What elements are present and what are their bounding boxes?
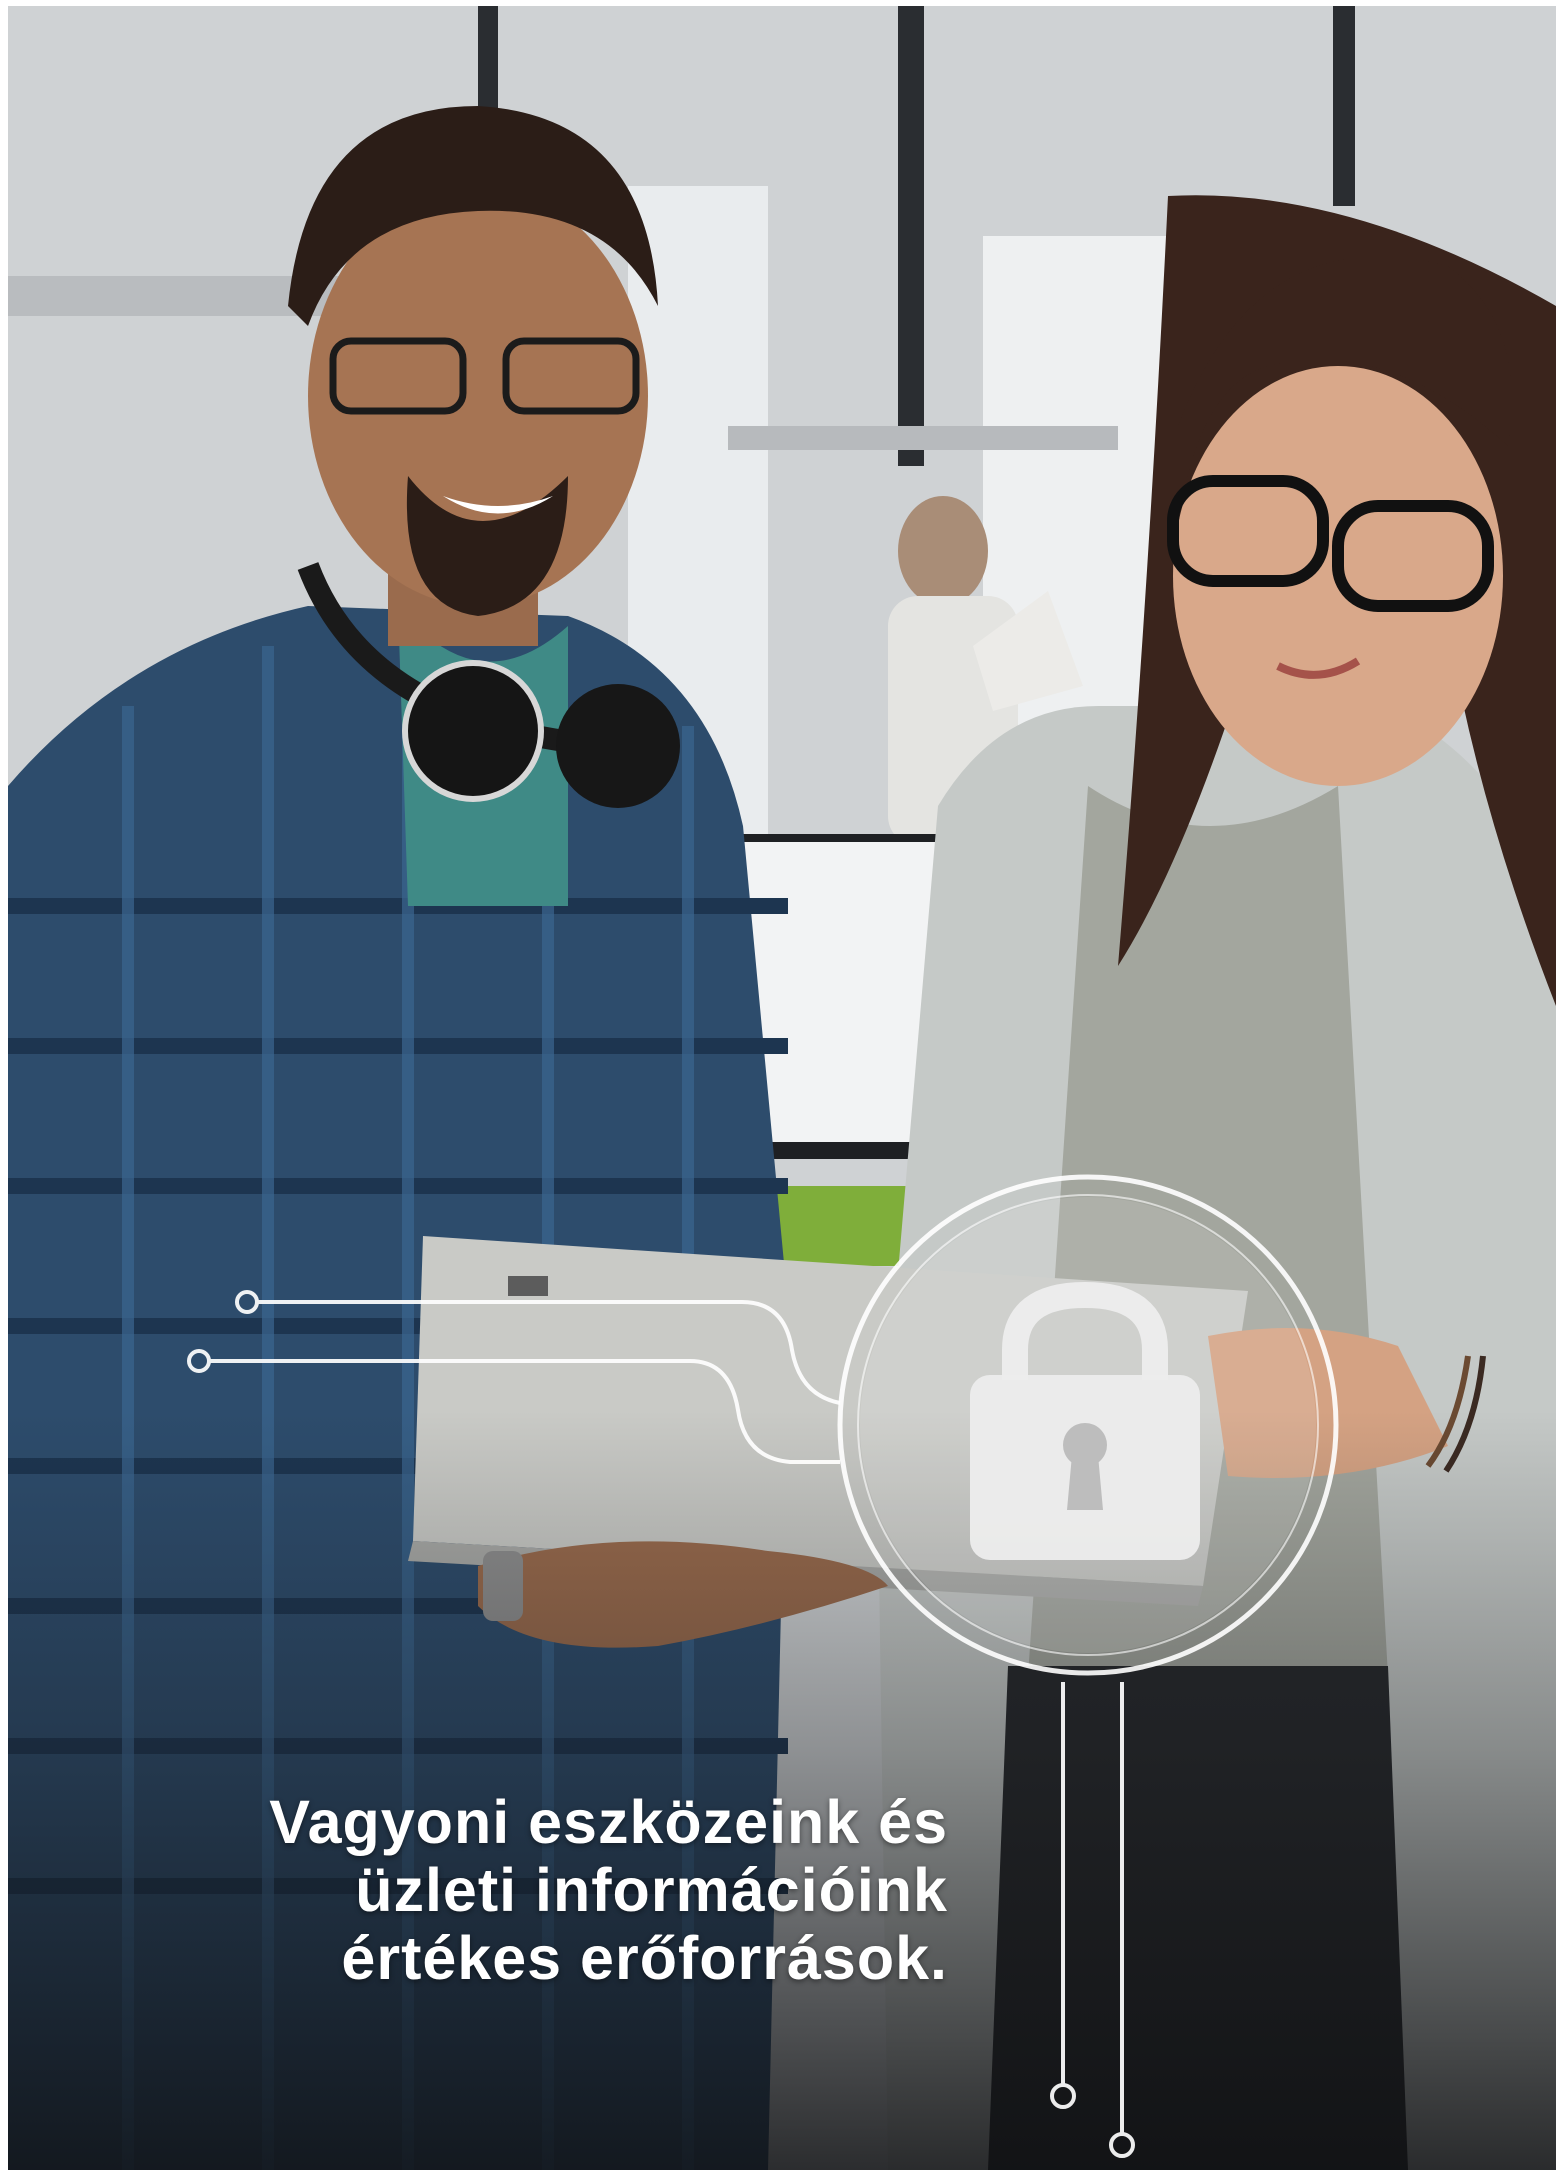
headline: Vagyoni eszközeink és üzleti információi… [48, 1788, 948, 1992]
headline-line-1: Vagyoni eszközeink és [269, 1788, 948, 1856]
headline-line-3: értékes erőforrások. [341, 1924, 948, 1992]
padlock-icon [837, 1174, 1339, 1676]
headline-line-2: üzleti információink [355, 1856, 948, 1924]
